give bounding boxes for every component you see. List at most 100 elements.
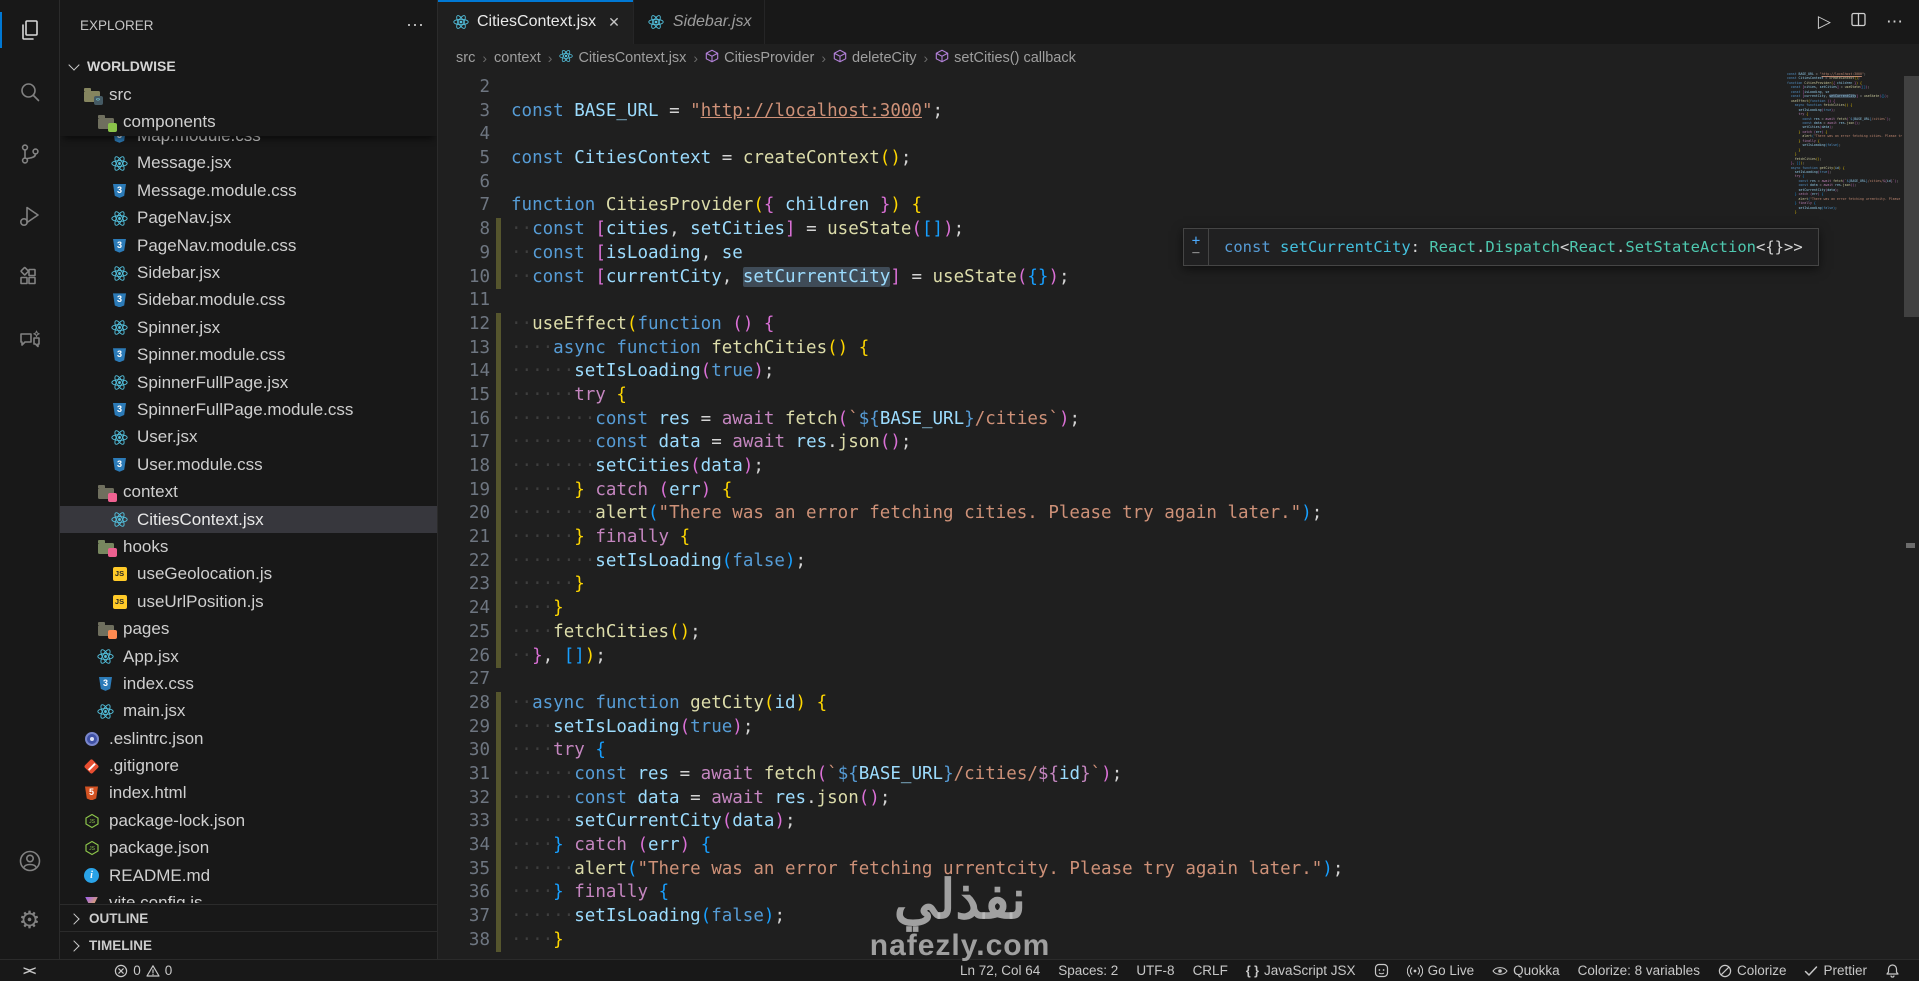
workspace-root-folder[interactable]: WORLDWISE <box>62 52 437 80</box>
tree-item-spinnerfullpage-jsx[interactable]: SpinnerFullPage.jsx <box>60 369 437 396</box>
breadcrumb-item-setcities-callback[interactable]: setCities() callback <box>935 49 1076 67</box>
status-cursor-position[interactable]: Ln 72, Col 64 <box>951 960 1049 981</box>
tree-item-index-html[interactable]: 5 index.html <box>60 780 437 807</box>
activitybar-extensions[interactable] <box>0 252 59 304</box>
tree-item-sidebar-jsx[interactable]: Sidebar.jsx <box>60 259 437 286</box>
more-actions-icon[interactable]: ⋯ <box>406 15 425 36</box>
code-line-7[interactable]: 7 function CitiesProvider({ children }) { <box>438 194 1785 218</box>
tree-item-eslintrc-json[interactable]: .eslintrc.json <box>60 725 437 752</box>
activitybar-source-control[interactable] <box>0 128 59 180</box>
status-eol[interactable]: CRLF <box>1184 960 1237 981</box>
status-colorize[interactable]: Colorize <box>1709 960 1796 981</box>
activitybar-run-debug[interactable] <box>0 190 59 242</box>
more-actions-icon[interactable]: ⋯ <box>1886 12 1903 32</box>
tree-item-pages[interactable]: pages <box>60 615 437 642</box>
tree-item-citiescontext-jsx[interactable]: CitiesContext.jsx <box>60 505 437 534</box>
tree-item-vite-config-js[interactable]: vite.config.js <box>60 889 437 903</box>
tree-item-pagenav-module-css[interactable]: 3 PageNav.module.css <box>60 232 437 259</box>
status-prettier[interactable]: Prettier <box>1795 960 1876 981</box>
code-line-14[interactable]: 14 ······setIsLoading(true); <box>438 360 1785 384</box>
breadcrumb-item-citiescontext-jsx[interactable]: CitiesContext.jsx <box>559 49 686 67</box>
tree-item-gitignore[interactable]: .gitignore <box>60 752 437 779</box>
code-line-28[interactable]: 28 ··async function getCity(id) { <box>438 691 1785 716</box>
code-line-30[interactable]: 30 ····try { <box>438 739 1785 763</box>
code-line-17[interactable]: 17 ········const data = await res.json(); <box>438 431 1785 455</box>
status-language-mode[interactable]: { } JavaScript JSX <box>1237 960 1365 981</box>
code-line-4[interactable]: 4 <box>438 123 1785 147</box>
code-line-34[interactable]: 34 ····} catch (err) { <box>438 834 1785 858</box>
code-line-2[interactable]: 2 <box>438 76 1785 100</box>
tree-item-app-jsx[interactable]: App.jsx <box>60 643 437 670</box>
tree-item-usegeolocation-js[interactable]: JS useGeolocation.js <box>60 561 437 588</box>
close-icon[interactable]: ✕ <box>608 14 620 31</box>
breadcrumb-item-context[interactable]: context <box>494 50 541 66</box>
code-line-16[interactable]: 16 ········const res = await fetch(`${BAS… <box>438 407 1785 432</box>
hover-collapse-icon[interactable]: − <box>1192 246 1200 260</box>
tree-item-index-css[interactable]: 3 index.css <box>60 670 437 697</box>
code-line-20[interactable]: 20 ········alert("There was an error fetc… <box>438 502 1785 527</box>
activitybar-explorer[interactable] <box>0 4 59 56</box>
code-line-22[interactable]: 22 ········setIsLoading(false); <box>438 549 1785 574</box>
tree-item-context[interactable]: context <box>60 478 437 505</box>
code-line-5[interactable]: 5 const CitiesContext = createContext(); <box>438 147 1785 171</box>
status-notifications[interactable] <box>1876 960 1909 981</box>
run-icon[interactable]: ▷ <box>1818 12 1831 32</box>
tab-sidebar-jsx[interactable]: Sidebar.jsx <box>633 0 766 44</box>
code-line-25[interactable]: 25 ····fetchCities(); <box>438 620 1785 645</box>
timeline-section[interactable]: TIMELINE <box>60 931 437 959</box>
code-line-35[interactable]: 35 ······alert("There was an error fetchi… <box>438 857 1785 882</box>
code-line-6[interactable]: 6 <box>438 171 1785 195</box>
code-line-3[interactable]: 3 const BASE_URL = "http://localhost:3000… <box>438 100 1785 124</box>
code-line-38[interactable]: 38 ····} <box>438 928 1785 953</box>
status-go-live[interactable]: Go Live <box>1398 960 1484 981</box>
breadcrumb-item-deletecity[interactable]: deleteCity <box>833 49 917 67</box>
tree-item-sidebar-module-css[interactable]: 3 Sidebar.module.css <box>60 287 437 314</box>
code-line-13[interactable]: 13 ····async function fetchCities() { <box>438 336 1785 361</box>
activitybar-account[interactable] <box>0 835 59 887</box>
tree-item-package-lock-json[interactable]: JS package-lock.json <box>60 807 437 834</box>
code-line-21[interactable]: 21 ······} finally { <box>438 526 1785 550</box>
breadcrumb-item-citiesprovider[interactable]: CitiesProvider <box>705 49 814 67</box>
tree-item-message-jsx[interactable]: Message.jsx <box>60 150 437 177</box>
code-line-33[interactable]: 33 ······setCurrentCity(data); <box>438 810 1785 834</box>
code-line-31[interactable]: 31 ······const res = await fetch(`${BASE_… <box>438 762 1785 787</box>
activitybar-chat[interactable] <box>0 314 59 366</box>
code-line-29[interactable]: 29 ····setIsLoading(true); <box>438 715 1785 740</box>
code-line-12[interactable]: 12 ··useEffect(function () { <box>438 312 1785 337</box>
code-line-10[interactable]: 10 ··const [currentCity, setCurrentCity] … <box>438 265 1785 290</box>
tree-item-readme-md[interactable]: i README.md <box>60 862 437 889</box>
code-editor[interactable]: 2 3 const BASE_URL = "http://localhost:300… <box>438 76 1785 959</box>
breadcrumb-item-src[interactable]: src <box>456 50 475 66</box>
tree-item-spinnerfullpage-module-css[interactable]: 3 SpinnerFullPage.module.css <box>60 396 437 423</box>
status-encoding[interactable]: UTF-8 <box>1127 960 1183 981</box>
editor-scrollbar[interactable] <box>1904 76 1919 317</box>
split-editor-icon[interactable] <box>1850 11 1867 33</box>
code-line-19[interactable]: 19 ······} catch (err) { <box>438 478 1785 503</box>
code-line-23[interactable]: 23 ······} <box>438 573 1785 598</box>
tree-item-user-module-css[interactable]: 3 User.module.css <box>60 451 437 478</box>
tree-item-spinner-module-css[interactable]: 3 Spinner.module.css <box>60 342 437 369</box>
tree-item-message-module-css[interactable]: 3 Message.module.css <box>60 177 437 204</box>
code-line-36[interactable]: 36 ····} finally { <box>438 881 1785 906</box>
status-quokka[interactable]: Quokka <box>1483 960 1569 981</box>
status-remote[interactable]: >< <box>14 960 43 981</box>
status-problems[interactable]: 00 <box>105 960 181 981</box>
code-line-32[interactable]: 32 ······const data = await res.json(); <box>438 786 1785 811</box>
code-line-11[interactable]: 11 <box>438 289 1785 313</box>
code-line-15[interactable]: 15 ······try { <box>438 383 1785 408</box>
status-colorize-variables[interactable]: Colorize: 8 variables <box>1569 960 1709 981</box>
tree-item-package-json[interactable]: JS package.json <box>60 835 437 862</box>
code-line-26[interactable]: 26 ··}, []); <box>438 644 1785 669</box>
status-github[interactable] <box>1365 960 1398 981</box>
minimap[interactable]: const BASE_URL = "http://localhost:3000"… <box>1787 72 1902 215</box>
code-line-18[interactable]: 18 ········setCities(data); <box>438 455 1785 479</box>
tree-item-src[interactable]: ‹› src <box>60 81 437 108</box>
tab-citiescontext-jsx[interactable]: CitiesContext.jsx ✕ <box>438 0 634 44</box>
tree-item-user-jsx[interactable]: User.jsx <box>60 424 437 451</box>
activitybar-search[interactable] <box>0 66 59 118</box>
tree-item-main-jsx[interactable]: main.jsx <box>60 698 437 725</box>
status-indentation[interactable]: Spaces: 2 <box>1049 960 1127 981</box>
activitybar-settings[interactable]: ⚙ <box>0 895 59 947</box>
code-line-24[interactable]: 24 ····} <box>438 597 1785 621</box>
tree-item-pagenav-jsx[interactable]: PageNav.jsx <box>60 205 437 232</box>
